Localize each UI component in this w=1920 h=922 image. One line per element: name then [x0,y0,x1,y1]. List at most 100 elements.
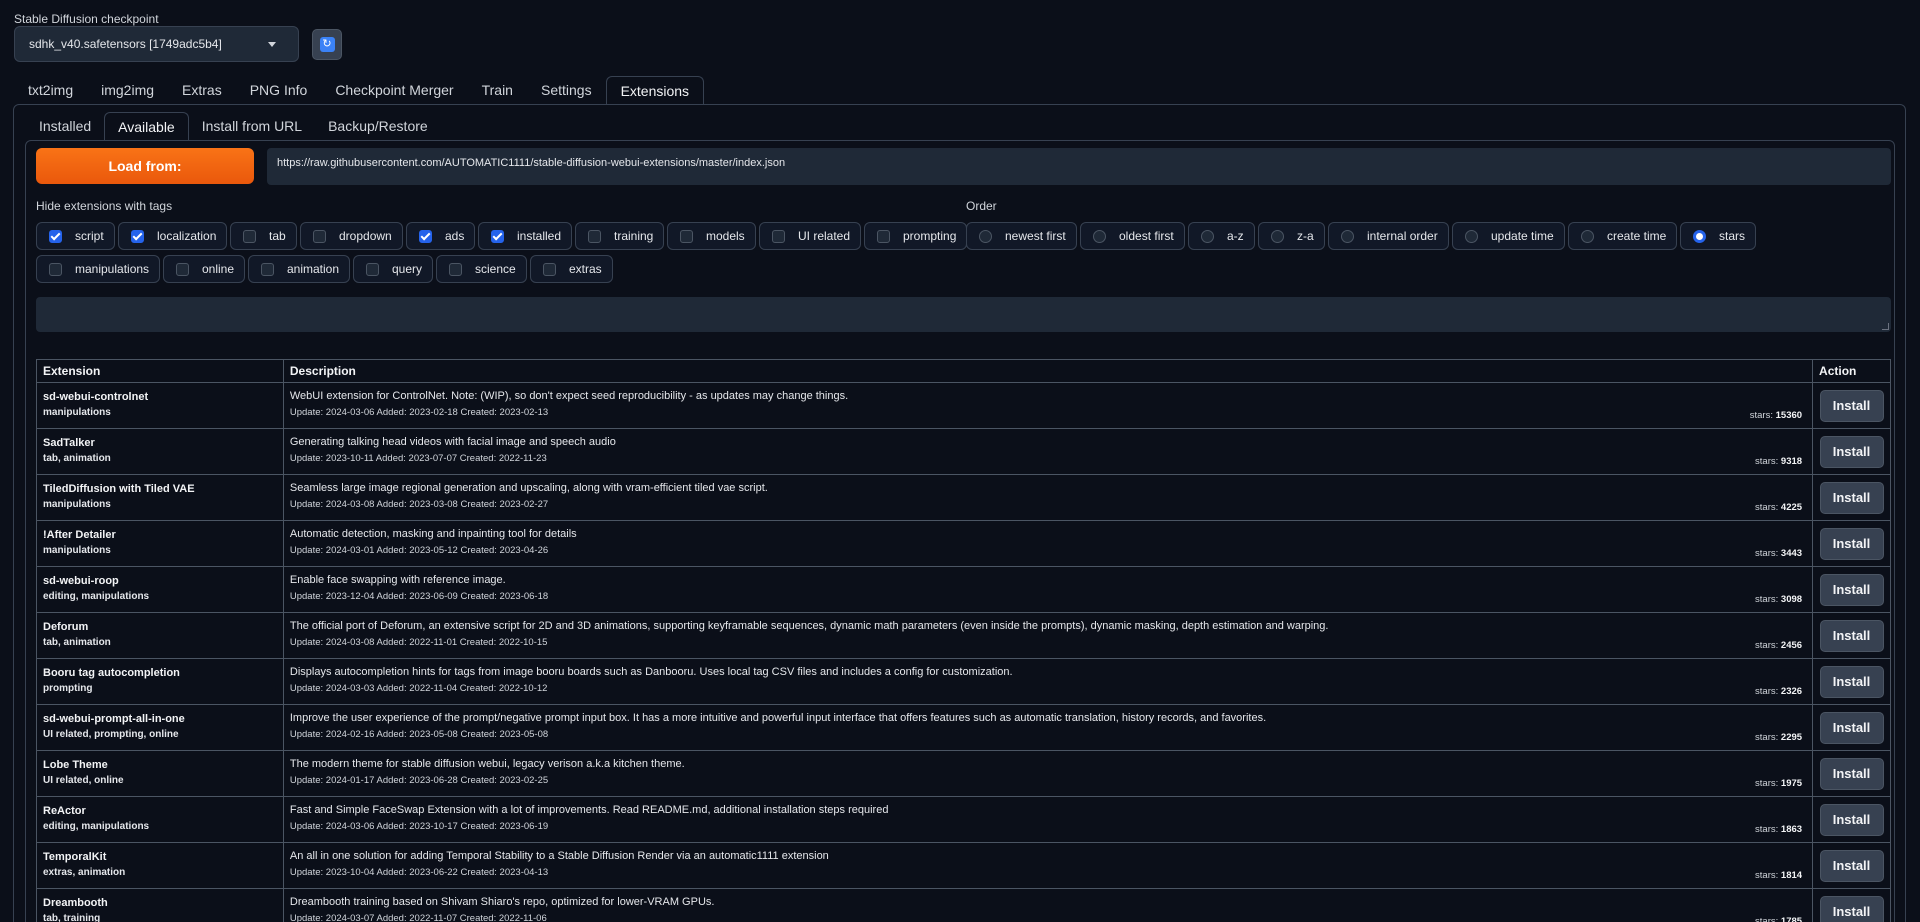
extension-sub-tabs: Installed Available Install from URL Backup… [26,112,441,141]
extension-description: Displays autocompletion hints for tags f… [289,666,1013,678]
checkbox-icon [449,262,462,276]
install-button[interactable]: Install [1819,849,1884,882]
order-option-newest-first[interactable]: newest first [966,222,1077,250]
tag-filter-training[interactable]: training [575,222,665,250]
checkbox-icon [176,262,189,276]
action-cell: Install [1813,613,1891,659]
order-option-oldest-first[interactable]: oldest first [1080,222,1185,250]
star-count: stars: 15360 [1750,410,1802,421]
tag-filter-science[interactable]: science [436,255,527,283]
order-option-a-z[interactable]: a-z [1188,222,1255,250]
action-cell: Install [1813,797,1891,843]
tag-filter-models[interactable]: models [667,222,756,250]
checkbox-icon [49,229,62,243]
tag-filter-tab[interactable]: tab [230,222,297,250]
tag-filter-manipulations[interactable]: manipulations [36,255,161,283]
tag-filter-installed[interactable]: installed [478,222,573,250]
extension-cell: sd-webui-prompt-all-in-one UI related, pr… [37,705,284,751]
tab-img2img[interactable]: img2img [87,76,168,105]
tag-filter-extras[interactable]: extras [530,255,613,283]
subtab-available[interactable]: Available [104,112,189,141]
star-count-value: 2295 [1780,732,1803,743]
description-cell: Fast and Simple FaceSwap Extension with … [283,797,1814,843]
action-cell: Install [1813,751,1891,797]
subtab-backup-restore[interactable]: Backup/Restore [315,112,441,141]
tag-filter-prompting[interactable]: prompting [864,222,968,250]
install-button[interactable]: Install [1819,527,1884,560]
tag-filter-label: script [75,229,104,243]
tag-filter-label: training [614,229,654,243]
load-from-button[interactable]: Load from: [36,148,254,184]
star-count: stars: 4225 [1755,502,1802,513]
search-input[interactable] [36,297,1891,332]
install-button[interactable]: Install [1819,573,1884,606]
radio-icon [1465,229,1478,243]
extension-description: WebUI extension for ControlNet. Note: (W… [289,390,849,402]
subtab-install-from-url[interactable]: Install from URL [189,112,315,141]
description-cell: An all in one solution for adding Tempor… [283,843,1814,889]
install-button[interactable]: Install [1819,481,1884,514]
extension-description: Fast and Simple FaceSwap Extension with … [289,804,889,816]
description-cell: The modern theme for stable diffusion we… [283,751,1814,797]
tab-extensions[interactable]: Extensions [605,76,705,105]
description-cell: Enable face swapping with reference imag… [283,567,1814,613]
extension-tags: UI related, prompting, online [43,729,179,740]
refresh-checkpoint-button[interactable]: ↻ [312,29,342,60]
tag-filter-ads[interactable]: ads [406,222,476,250]
install-button[interactable]: Install [1819,895,1884,922]
tag-filter-online[interactable]: online [163,255,246,283]
order-option-create-time[interactable]: create time [1568,222,1678,250]
install-button[interactable]: Install [1819,665,1884,698]
tag-filter-label: manipulations [75,262,150,276]
install-button[interactable]: Install [1819,389,1884,422]
install-button[interactable]: Install [1819,711,1884,744]
tag-filter-query[interactable]: query [353,255,434,283]
order-option-internal-order[interactable]: internal order [1328,222,1449,250]
tag-filter-label: animation [287,262,340,276]
tag-filter-ui-related[interactable]: UI related [759,222,862,250]
extension-description: Improve the user experience of the promp… [289,712,1267,724]
checkpoint-value: sdhk_v40.safetensors [1749adc5b4] [29,37,222,51]
tab-extras[interactable]: Extras [168,76,236,105]
extension-description: The official port of Deforum, an extensi… [289,620,1329,632]
install-button[interactable]: Install [1819,619,1884,652]
star-count-label: stars: [1755,686,1781,697]
tab-txt2img[interactable]: txt2img [14,76,87,105]
tab-train[interactable]: Train [468,76,527,105]
extension-cell: TemporalKit extras, animation [37,843,284,889]
description-cell: The official port of Deforum, an extensi… [283,613,1814,659]
tab-settings[interactable]: Settings [527,76,606,105]
table-row: TemporalKit extras, animation An all in on… [37,843,1891,889]
star-count-label: stars: [1755,870,1781,881]
table-body: sd-webui-controlnet manipulations WebUI ex… [37,383,1891,922]
extension-tags: manipulations [43,499,111,510]
tag-filter-script[interactable]: script [36,222,115,250]
subtab-installed[interactable]: Installed [26,112,104,141]
install-button[interactable]: Install [1819,757,1884,790]
checkbox-icon [543,262,556,276]
tag-filter-animation[interactable]: animation [248,255,351,283]
extension-name: TemporalKit [43,851,107,863]
order-option-label: oldest first [1119,229,1174,243]
tab-png-info[interactable]: PNG Info [236,76,322,105]
radio-icon [1093,229,1106,243]
table-row: ReActor editing, manipulations Fast and Si… [37,797,1891,843]
extension-name: ReActor [43,805,86,817]
table-row: TiledDiffusion with Tiled VAE manipulatio… [37,475,1891,521]
index-url-input[interactable]: https://raw.githubusercontent.com/AUTOMA… [267,148,1891,185]
install-button[interactable]: Install [1819,803,1884,836]
tag-filter-label: ads [445,229,465,243]
checkpoint-dropdown[interactable]: sdhk_v40.safetensors [1749adc5b4] [14,26,299,62]
star-count-value: 1785 [1780,916,1803,922]
install-button[interactable]: Install [1819,435,1884,468]
star-count-label: stars: [1755,732,1781,743]
tag-filter-dropdown[interactable]: dropdown [300,222,403,250]
tab-checkpoint-merger[interactable]: Checkpoint Merger [321,76,467,105]
order-option-stars[interactable]: stars [1680,222,1757,250]
order-option-update-time[interactable]: update time [1452,222,1565,250]
tag-filter-localization[interactable]: localization [118,222,228,250]
action-cell: Install [1813,843,1891,889]
order-option-z-a[interactable]: z-a [1258,222,1325,250]
star-count: stars: 1863 [1755,824,1802,835]
extension-description: Dreambooth training based on Shivam Shia… [289,896,715,908]
